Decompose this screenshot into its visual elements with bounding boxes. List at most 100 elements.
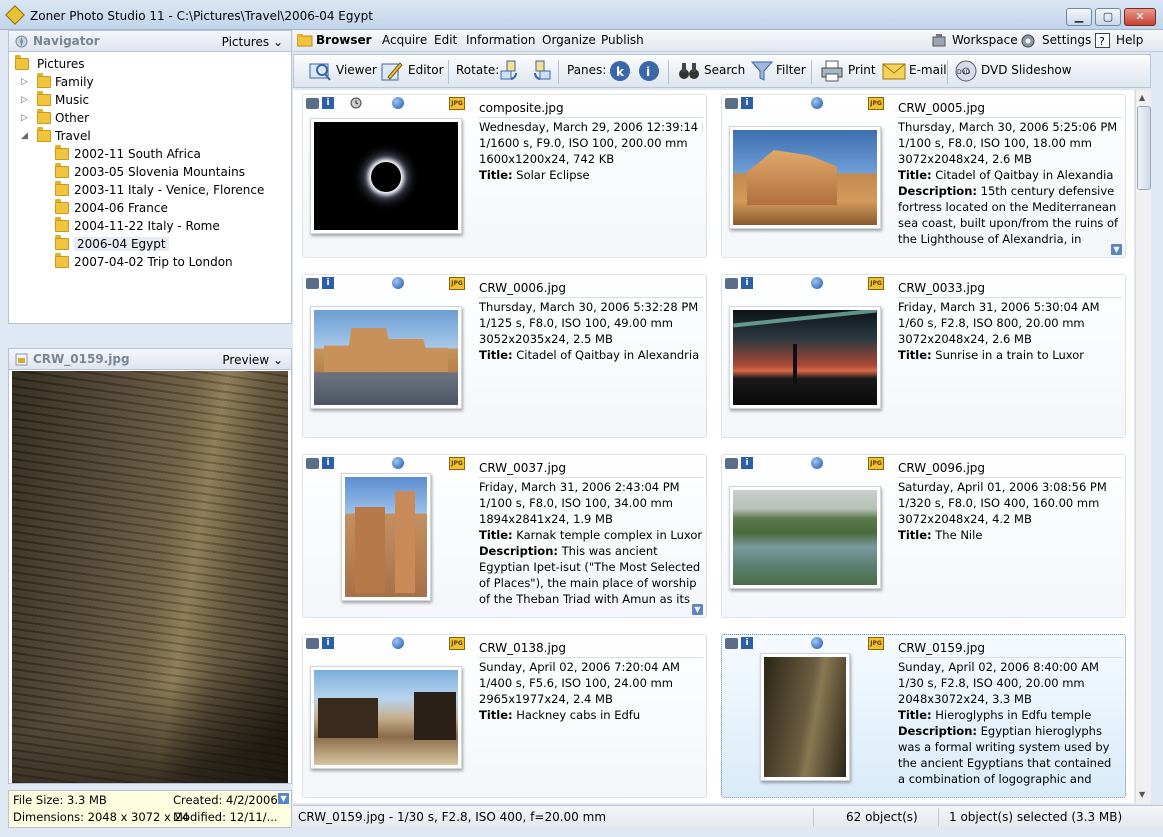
expand-arrow-icon[interactable]: ▷ — [21, 95, 31, 105]
photo-card-crw-0138[interactable]: i JPG CRW_0138.jpg Sunday, April 02, 200… — [302, 634, 707, 798]
photo-card-crw-0033[interactable]: i JPG CRW_0033.jpg Friday, March 31, 200… — [721, 274, 1126, 438]
scroll-down-icon[interactable]: ▼ — [1139, 790, 1145, 799]
thumbnail-grid: i JPG composite.jpg Wednesday, March 29,… — [293, 90, 1134, 803]
editor-icon[interactable] — [380, 59, 404, 83]
maximize-button[interactable]: ▢ — [1095, 8, 1121, 26]
menu-help[interactable]: Help — [1116, 33, 1143, 47]
menu-workspace[interactable]: Workspace — [952, 33, 1018, 47]
tree-item-italy-venice[interactable]: 2003-11 Italy - Venice, Florence — [55, 181, 291, 200]
tree-item-egypt[interactable]: 2006-04 Egypt — [55, 235, 291, 254]
vertical-scrollbar[interactable]: ▲ ▼ — [1135, 90, 1151, 803]
expand-description-icon[interactable]: ▼ — [1111, 244, 1122, 255]
editor-button[interactable]: Editor — [408, 63, 444, 77]
preview-dropdown[interactable]: Preview ⌄ — [222, 353, 283, 367]
email-button[interactable]: E-mail — [909, 63, 947, 77]
info-icon[interactable]: i — [741, 277, 753, 289]
tree-item-travel[interactable]: ◢ Travel — [21, 127, 291, 146]
minimize-button[interactable]: ▁ — [1066, 8, 1092, 26]
expand-arrow-icon[interactable]: ▷ — [21, 77, 31, 87]
info-icon[interactable]: i — [322, 277, 334, 289]
thumbnail[interactable] — [310, 666, 462, 769]
jpg-format-icon: JPG — [868, 97, 884, 110]
binoculars-icon[interactable] — [677, 59, 701, 83]
menu-publish[interactable]: Publish — [601, 33, 644, 47]
svg-text:?: ? — [1099, 35, 1105, 48]
tree-item-music[interactable]: ▷ Music — [21, 91, 291, 110]
tree-item-other[interactable]: ▷ Other — [21, 109, 291, 128]
scrollbar-thumb[interactable] — [1137, 106, 1151, 190]
preview-image[interactable] — [12, 371, 288, 783]
filter-button[interactable]: Filter — [776, 63, 806, 77]
menu-browser[interactable]: Browser — [316, 33, 372, 47]
folder-icon — [55, 145, 69, 160]
expand-info-icon[interactable]: ▼ — [278, 793, 289, 804]
tree-item-london[interactable]: 2007-04-02 Trip to London — [55, 253, 291, 272]
collapse-arrow-icon[interactable]: ◢ — [21, 131, 31, 141]
photo-filename: CRW_0006.jpg — [479, 280, 703, 298]
filter-icon[interactable] — [750, 59, 774, 83]
file-info-box: File Size: 3.3 MB Created: 4/2/2006... D… — [8, 790, 292, 828]
panes-info-icon[interactable]: i — [637, 59, 661, 83]
email-icon[interactable] — [882, 59, 906, 83]
window-title: Zoner Photo Studio 11 - C:\Pictures\Trav… — [30, 9, 373, 23]
close-button[interactable]: ✕ — [1124, 8, 1156, 26]
search-button[interactable]: Search — [704, 63, 745, 77]
navigator-dropdown[interactable]: Pictures ⌄ — [222, 35, 283, 49]
photo-card-crw-0006[interactable]: i JPG CRW_0006.jpg Thursday, March 30, 2… — [302, 274, 707, 438]
print-button[interactable]: Print — [848, 63, 876, 77]
panes-navigator-icon[interactable]: k — [608, 59, 632, 83]
globe-icon — [811, 97, 823, 109]
viewer-icon[interactable] — [308, 59, 332, 83]
thumbnail[interactable] — [729, 306, 881, 409]
tree-item-slovenia[interactable]: 2003-05 Slovenia Mountains — [55, 163, 291, 182]
thumbnail[interactable] — [760, 653, 850, 781]
title-label: Title: — [479, 528, 513, 542]
svg-text:i: i — [646, 65, 650, 79]
thumbnail[interactable] — [310, 306, 462, 409]
tree-item-italy-rome[interactable]: 2004-11-22 Italy - Rome — [55, 217, 291, 236]
camera-icon — [725, 98, 738, 109]
tree-item-family[interactable]: ▷ Family — [21, 73, 291, 92]
photo-card-composite[interactable]: i JPG composite.jpg Wednesday, March 29,… — [302, 94, 707, 258]
info-icon[interactable]: i — [741, 97, 753, 109]
svg-text:k: k — [616, 65, 625, 79]
tree-item-south-africa[interactable]: 2002-11 South Africa — [55, 145, 291, 164]
dvd-slideshow-button[interactable]: DVD Slideshow — [981, 63, 1072, 77]
thumbnail[interactable] — [310, 118, 462, 234]
photo-date: Thursday, March 30, 2006 5:25:06 PM — [898, 120, 1118, 134]
photo-card-crw-0037[interactable]: i JPG CRW_0037.jpg Friday, March 31, 200… — [302, 454, 707, 618]
navigator-title: Navigator — [33, 34, 100, 48]
tree-item-pictures[interactable]: Pictures — [15, 55, 291, 74]
thumbnail[interactable] — [729, 126, 881, 229]
menu-information[interactable]: Information — [466, 33, 535, 47]
menu-edit[interactable]: Edit — [434, 33, 457, 47]
thumbnail[interactable] — [729, 486, 881, 589]
info-icon[interactable]: i — [741, 457, 753, 469]
menu-organize[interactable]: Organize — [542, 33, 596, 47]
info-icon[interactable]: i — [322, 637, 334, 649]
thumbnail[interactable] — [341, 473, 431, 601]
rotate-left-icon[interactable] — [499, 59, 523, 83]
image-file-icon — [15, 353, 28, 366]
info-icon[interactable]: i — [322, 97, 334, 109]
viewer-button[interactable]: Viewer — [336, 63, 377, 77]
status-info: CRW_0159.jpg - 1/30 s, F2.8, ISO 400, f=… — [298, 810, 607, 824]
menu-acquire[interactable]: Acquire — [382, 33, 427, 47]
jpg-format-icon: JPG — [449, 97, 465, 110]
expand-description-icon[interactable]: ▼ — [692, 604, 703, 615]
title-label: Title: — [479, 168, 513, 182]
description-label: Description: — [898, 184, 977, 198]
rotate-right-icon[interactable] — [528, 59, 552, 83]
svg-text:DVD: DVD — [957, 69, 971, 76]
info-icon[interactable]: i — [741, 637, 753, 649]
photo-card-crw-0005[interactable]: i JPG CRW_0005.jpg Thursday, March 30, 2… — [721, 94, 1126, 258]
photo-card-crw-0096[interactable]: i JPG CRW_0096.jpg Saturday, April 01, 2… — [721, 454, 1126, 618]
scroll-up-icon[interactable]: ▲ — [1139, 93, 1145, 102]
photo-card-crw-0159[interactable]: i JPG CRW_0159.jpg Sunday, April 02, 200… — [721, 634, 1126, 798]
dvd-icon[interactable]: DVD — [954, 59, 978, 83]
tree-item-france[interactable]: 2004-06 France — [55, 199, 291, 218]
printer-icon[interactable] — [820, 59, 844, 83]
expand-arrow-icon[interactable]: ▷ — [21, 113, 31, 123]
menu-settings[interactable]: Settings — [1042, 33, 1091, 47]
info-icon[interactable]: i — [322, 457, 334, 469]
